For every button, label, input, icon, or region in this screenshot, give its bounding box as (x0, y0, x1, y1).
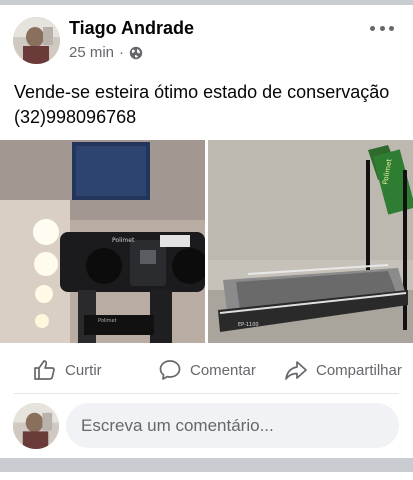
console-brand-label: Polimet (112, 237, 135, 244)
post-time[interactable]: 25 min (69, 44, 114, 61)
photo-grid: Polimet Polimet Polimet EP-1100 (0, 140, 413, 343)
comment-button[interactable]: Comentar (158, 351, 256, 389)
more-options-icon[interactable] (370, 21, 394, 35)
post-meta: 25 min · (69, 44, 143, 61)
console-label: Polimet (98, 318, 117, 324)
model-label: EP-1100 (238, 322, 259, 328)
thumbs-up-icon (34, 360, 55, 380)
speech-bubble-icon (159, 360, 181, 380)
author-avatar[interactable] (13, 17, 60, 64)
post-text: Vende-se esteira ótimo estado de conserv… (14, 82, 390, 127)
like-button[interactable]: Curtir (33, 351, 102, 389)
globe-icon (129, 46, 143, 60)
actions-divider (14, 393, 399, 394)
like-label: Curtir (65, 361, 102, 379)
user-avatar[interactable] (13, 403, 59, 449)
treadmill-console-photo[interactable]: Polimet Polimet (0, 140, 205, 343)
comment-composer (0, 400, 413, 455)
share-button[interactable]: Compartilhar (284, 351, 402, 389)
feed-divider-bottom (0, 458, 413, 472)
share-label: Compartilhar (316, 361, 402, 379)
comment-label: Comentar (190, 361, 256, 379)
share-arrow-icon (285, 361, 307, 380)
comment-input[interactable] (66, 403, 399, 448)
treadmill-side-photo[interactable]: Polimet EP-1100 (208, 140, 413, 343)
author-name[interactable]: Tiago Andrade (69, 18, 194, 39)
meta-separator: · (119, 44, 125, 61)
post-header: Tiago Andrade 25 min · (0, 5, 413, 70)
post-actions: Curtir Comentar Compartilhar (0, 351, 413, 389)
